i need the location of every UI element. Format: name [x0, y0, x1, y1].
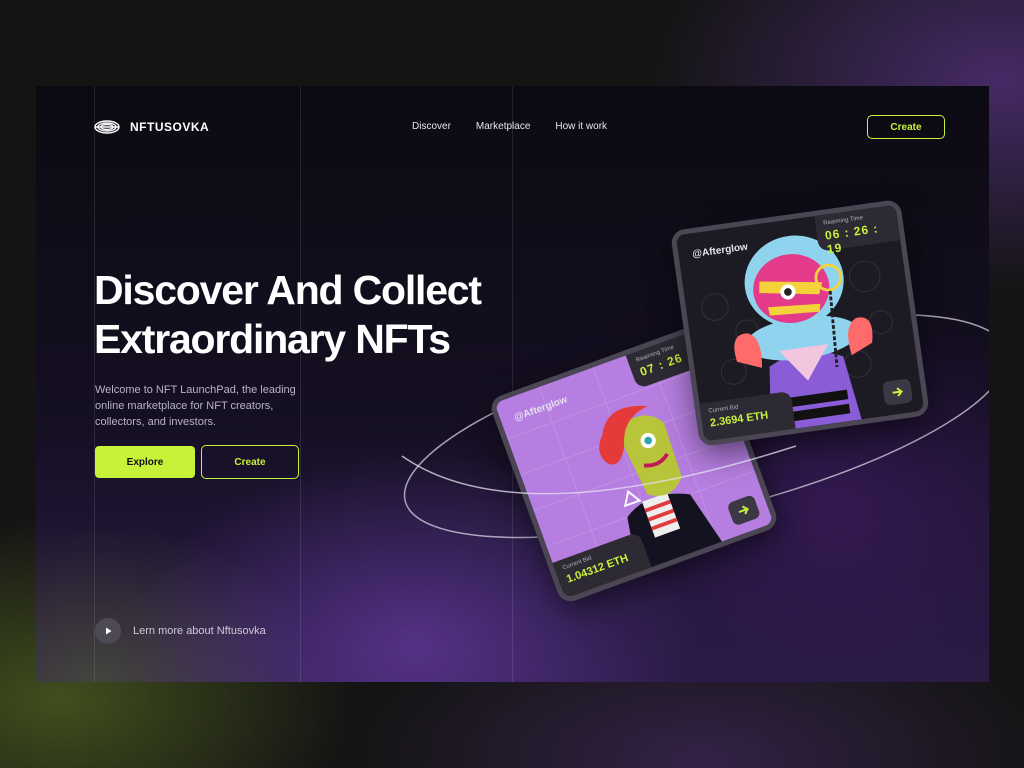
- arrow-right-icon: [892, 387, 903, 397]
- hero-title-line-2: Extraordinary NFTs: [94, 316, 451, 362]
- arrow-right-icon: [738, 505, 749, 515]
- card-arrow-button[interactable]: [882, 378, 914, 406]
- nft-card-front[interactable]: @Afterglow Reaiming Time 06 : 26 : 19 Cu…: [669, 198, 931, 448]
- nav-link-discover[interactable]: Discover: [412, 121, 451, 132]
- grid-line: [512, 86, 513, 682]
- explore-button[interactable]: Explore: [95, 446, 195, 478]
- hero-title-line-1: Discover And Collect: [94, 267, 482, 313]
- create-button[interactable]: Create: [201, 445, 299, 479]
- nav-links: Discover Marketplace How it work: [412, 121, 607, 132]
- learn-more-link[interactable]: Lern more about Nftusovka: [95, 618, 266, 644]
- play-icon: [95, 618, 121, 644]
- hero-title: Discover And Collect Extraordinary NFTs: [94, 266, 482, 364]
- nav-link-marketplace[interactable]: Marketplace: [476, 121, 530, 132]
- hero-frame: NFTUSOVKA Discover Marketplace How it wo…: [36, 86, 989, 682]
- logo-icon: [94, 120, 120, 134]
- brand-name: NFTUSOVKA: [130, 120, 210, 134]
- nav-link-how-it-work[interactable]: How it work: [555, 121, 607, 132]
- learn-more-label: Lern more about Nftusovka: [133, 625, 266, 637]
- top-nav: NFTUSOVKA Discover Marketplace How it wo…: [36, 86, 989, 168]
- nav-create-button[interactable]: Create: [867, 115, 945, 139]
- hero-description: Welcome to NFT LaunchPad, the leading on…: [95, 384, 296, 428]
- logo[interactable]: NFTUSOVKA: [94, 119, 209, 135]
- remaining-time-box: Reaiming Time 06 : 26 : 19: [814, 204, 901, 256]
